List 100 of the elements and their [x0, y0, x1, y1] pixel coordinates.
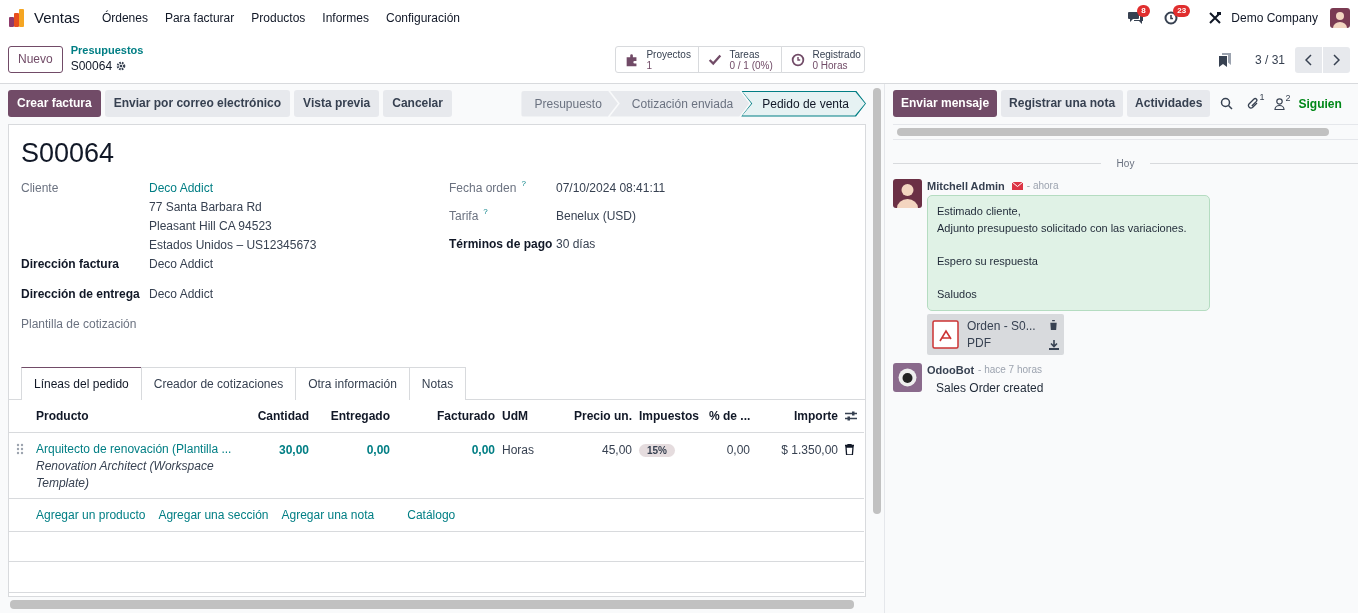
field-label: Fecha orden [449, 180, 517, 197]
field-value: 07/10/2024 08:41:11 [556, 180, 666, 197]
field-value: Deco Addict [149, 256, 214, 273]
menu-item[interactable]: Productos [251, 9, 306, 27]
action-button[interactable]: Enviar por correo electrónico [104, 90, 291, 117]
follow-link[interactable]: Siguien [1298, 94, 1342, 113]
status-step[interactable]: Pedido de venta [741, 90, 866, 117]
field-label: Plantilla de cotización [21, 316, 138, 333]
customer-link[interactable]: Deco Addict [149, 179, 317, 198]
add-line-link[interactable]: Agregar una nota [281, 507, 375, 522]
message-time: - hace 7 horas [978, 363, 1042, 377]
chatter-button[interactable]: Actividades [1127, 90, 1211, 117]
product-link[interactable]: Arquitecto de renovación (Plantilla ... [36, 440, 249, 458]
scrollbar[interactable] [10, 600, 854, 609]
followers-button[interactable]: 2 [1274, 97, 1291, 110]
clock-icon [790, 51, 807, 68]
trash-icon[interactable] [845, 443, 854, 455]
field-label: Términos de pago [449, 236, 553, 253]
column-header[interactable]: Precio un. [567, 400, 634, 432]
record-name: S00064 [70, 57, 113, 75]
search-icon[interactable] [1220, 97, 1234, 110]
message-text: Estimado cliente, Adjunto presupuesto solicitado con las variaciones. [937, 204, 1188, 236]
action-button[interactable]: Cancelar [383, 90, 452, 117]
menu-item[interactable]: Órdenes [101, 9, 148, 27]
author-name[interactable]: OdooBot [927, 363, 975, 377]
author-name[interactable]: Mitchell Admin [927, 179, 1005, 193]
chevron-right-icon [1333, 53, 1340, 66]
scrollbar[interactable] [873, 88, 881, 514]
chatter-button[interactable]: Enviar mensaje [893, 90, 998, 117]
date-separator: Hoy [1115, 157, 1136, 171]
pager-value: 3 / 31 [1254, 51, 1285, 69]
table-cell: 0,00 [366, 442, 390, 457]
record-title: S00064 [20, 137, 116, 170]
field-label: Tarifa [449, 208, 479, 225]
table-cell: 45,00 [601, 442, 632, 457]
menu-item[interactable]: Informes [322, 9, 369, 27]
field-value: Benelux (USD) [556, 208, 637, 225]
table-cell: 30,00 [278, 442, 309, 457]
tax-tag: 15% [639, 443, 675, 457]
pdf-file-icon [932, 320, 959, 349]
menu-item[interactable]: Para facturar [164, 9, 235, 27]
table-cell: Horas [502, 442, 534, 457]
tab[interactable]: Otra información [295, 367, 410, 400]
column-header[interactable]: Importe [752, 400, 840, 432]
clock-icon[interactable] [1164, 11, 1179, 25]
smart-button[interactable]: Registrado 0 Horas [781, 46, 866, 73]
smart-button[interactable]: Tareas 0 / 1 (0%) [698, 46, 783, 73]
attachment-card[interactable]: Orden - S0... PDF [927, 314, 1064, 355]
help-mark[interactable]: ? [483, 207, 488, 217]
app-name[interactable]: Ventas [34, 6, 80, 30]
paperclip-icon [1247, 97, 1260, 110]
smart-button[interactable]: Proyectos 1 [615, 46, 700, 73]
notification-badge: 8 [1137, 5, 1150, 17]
next-button[interactable] [1323, 46, 1350, 73]
table-cell: $ 1.350,00 [781, 442, 838, 457]
help-mark[interactable]: ? [521, 179, 526, 189]
scrollbar[interactable] [897, 128, 1329, 136]
gear-icon[interactable] [116, 60, 127, 71]
column-header[interactable]: Impuestos [634, 400, 704, 432]
user-avatar[interactable] [1330, 8, 1350, 28]
field-value: Deco Addict [149, 286, 214, 303]
attachment-type: PDF [967, 334, 992, 352]
table-cell: 0,00 [726, 442, 750, 457]
table-cell: 0,00 [471, 442, 495, 457]
tab[interactable]: Creador de cotizaciones [140, 367, 297, 400]
column-header[interactable]: UdM [497, 400, 567, 432]
column-header[interactable]: Facturado [392, 400, 497, 432]
download-icon[interactable] [1049, 339, 1059, 350]
chatter-button[interactable]: Registrar una nota [1001, 90, 1124, 117]
bookmark-icon[interactable] [1218, 52, 1231, 67]
tab[interactable]: Líneas del pedido [21, 367, 142, 400]
add-line-link[interactable]: Agregar una sección [158, 507, 269, 522]
previous-button[interactable] [1295, 46, 1322, 73]
address-line: 77 Santa Barbara Rd [149, 199, 263, 216]
new-button[interactable]: Nuevo [8, 46, 63, 73]
drag-handle-icon[interactable] [16, 442, 24, 455]
field-label: Dirección de entrega [21, 286, 141, 303]
tools-icon[interactable] [1208, 11, 1223, 25]
action-button[interactable]: Vista previa [294, 90, 380, 117]
app-logo-icon[interactable] [8, 9, 26, 27]
menu-item[interactable]: Configuración [386, 9, 461, 27]
message-time: - ahora [1026, 179, 1059, 193]
tab[interactable]: Notas [408, 367, 467, 400]
breadcrumb-link[interactable]: Presupuestos [70, 44, 144, 57]
column-header[interactable]: % de ... [704, 400, 752, 432]
column-header[interactable]: Entregado [311, 400, 392, 432]
trash-icon[interactable] [1049, 319, 1058, 330]
user-avatar[interactable] [893, 179, 922, 208]
product-description: Renovation Architect (Workspace Template) [36, 457, 215, 492]
message-text: Espero su respuesta [937, 254, 1039, 269]
bot-avatar[interactable] [893, 363, 922, 392]
status-step[interactable]: Presupuesto [521, 90, 618, 117]
column-header[interactable]: Producto [31, 400, 251, 432]
action-button[interactable]: Crear factura [8, 90, 101, 117]
company-name[interactable]: Demo Company [1231, 9, 1318, 27]
add-line-link[interactable]: Agregar un producto [36, 507, 146, 522]
column-settings-icon[interactable] [845, 410, 857, 421]
column-header[interactable]: Cantidad [251, 400, 311, 432]
add-line-link[interactable]: Catálogo [407, 507, 456, 522]
status-step[interactable]: Cotización enviada [609, 90, 750, 117]
